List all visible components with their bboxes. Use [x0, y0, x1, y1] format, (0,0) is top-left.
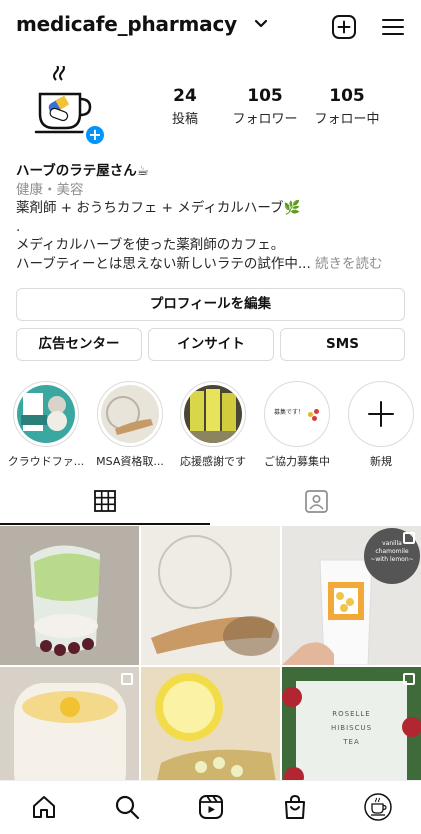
multi-post-icon — [121, 673, 133, 685]
post-thumbnail[interactable] — [141, 526, 280, 665]
post-thumbnail[interactable]: vanilla chamomile ~with lemon~ — [282, 526, 421, 665]
top-bar: medicafe_pharmacy — [0, 0, 421, 52]
highlight-cover: 募集です！ — [264, 381, 330, 447]
profile-header: + 24 投稿 105 フォロワー 105 フォロー中 — [0, 62, 421, 152]
post-thumbnail[interactable] — [0, 526, 139, 665]
read-more-link[interactable]: 続きを読む — [311, 256, 383, 272]
followers-label: フォロワー — [232, 112, 298, 127]
bio-text: ハーブティーとは思えない新しいラテの試作中... — [16, 255, 311, 272]
posts-stat[interactable]: 24 投稿 — [163, 86, 207, 127]
profile-tabs — [0, 490, 421, 526]
highlight-item[interactable]: MSA資格取... — [95, 381, 165, 469]
create-post-icon[interactable] — [331, 14, 357, 40]
highlight-label: 応援感謝です — [180, 455, 246, 468]
bio: ハーブのラテ屋さん☕ 健康・美容 薬剤師 + おうちカフェ + メディカルハーブ… — [16, 162, 412, 273]
highlight-label: 新規 — [370, 455, 392, 468]
highlight-cover — [13, 381, 79, 447]
highlight-item[interactable]: 募集です！ ご協力募集中 — [262, 381, 332, 469]
edit-profile-button[interactable]: プロフィールを編集 — [16, 288, 405, 321]
highlight-cover — [348, 381, 414, 447]
highlight-label: クラウドファ... — [7, 455, 85, 468]
ad-center-button[interactable]: 広告センター — [16, 328, 142, 361]
display-name: ハーブのラテ屋さん☕ — [16, 163, 149, 179]
following-label: フォロー中 — [314, 112, 380, 127]
followers-count: 105 — [247, 86, 283, 106]
search-icon[interactable] — [114, 794, 140, 820]
bio-line: ハーブティーとは思えない新しいラテの試作中... 続きを読む — [16, 255, 412, 274]
bottom-navigation — [0, 780, 421, 834]
bio-line: . — [16, 218, 21, 235]
highlight-cover — [97, 381, 163, 447]
insights-button[interactable]: インサイト — [148, 328, 274, 361]
multi-post-icon — [403, 673, 415, 685]
bio-line: 薬剤師 + おうちカフェ + メディカルハーブ🌿 — [16, 200, 301, 216]
following-stat[interactable]: 105 フォロー中 — [311, 86, 383, 127]
post-overlay-text: ROSELLE HIBISCUS TEA — [330, 710, 373, 746]
following-count: 105 — [329, 86, 365, 106]
highlight-cover-text: 募集です！ — [274, 409, 305, 416]
plus-icon — [368, 401, 394, 427]
story-highlights: クラウドファ... MSA資格取... 応援感謝です 募集です！ ご協力募集中 … — [0, 381, 421, 471]
tagged-icon[interactable] — [305, 490, 328, 513]
grid-icon[interactable] — [94, 490, 116, 512]
post-thumbnail[interactable]: ROSELLE HIBISCUS TEA — [282, 667, 421, 780]
highlight-cover — [180, 381, 246, 447]
new-highlight-button[interactable]: 新規 — [346, 381, 416, 469]
home-icon[interactable] — [31, 794, 57, 820]
sms-button[interactable]: SMS — [280, 328, 405, 361]
highlight-label: ご協力募集中 — [264, 455, 330, 468]
reels-icon[interactable] — [198, 794, 224, 820]
shop-icon[interactable] — [282, 794, 308, 820]
post-thumbnail[interactable] — [141, 667, 280, 780]
username-title[interactable]: medicafe_pharmacy — [16, 12, 237, 36]
highlight-item[interactable]: クラウドファ... — [8, 381, 84, 469]
highlight-label: MSA資格取... — [96, 455, 164, 468]
add-story-button[interactable]: + — [83, 123, 107, 147]
highlight-item[interactable]: 応援感謝です — [178, 381, 248, 469]
chevron-down-icon[interactable] — [254, 17, 268, 31]
posts-count: 24 — [173, 86, 197, 106]
posts-grid: vanilla chamomile ~with lemon~ ROSELLE H… — [0, 526, 421, 780]
category-label: 健康・美容 — [16, 181, 84, 198]
posts-label: 投稿 — [171, 112, 198, 127]
bio-line: メディカルハーブを使った薬剤師のカフェ。 — [16, 237, 285, 253]
followers-stat[interactable]: 105 フォロワー — [229, 86, 301, 127]
post-thumbnail[interactable] — [0, 667, 139, 780]
menu-icon[interactable] — [381, 15, 405, 39]
profile-avatar-icon[interactable] — [364, 793, 392, 821]
active-tab-indicator — [0, 523, 210, 525]
multi-post-icon — [403, 532, 415, 544]
